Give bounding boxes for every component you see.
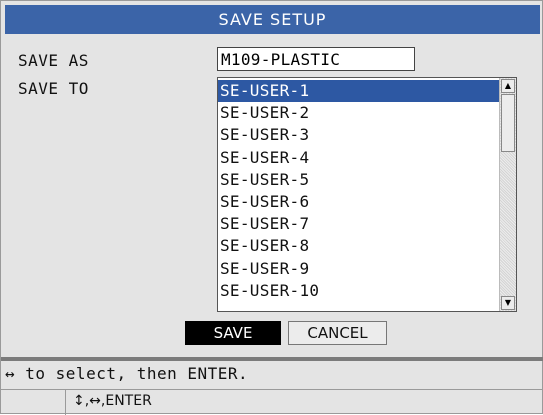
save-to-listbox[interactable]: SE-USER-1 SE-USER-2 SE-USER-3 SE-USER-4 SE-U…: [217, 77, 517, 312]
list-item[interactable]: SE-USER-10: [218, 280, 499, 302]
key-hint-cell: [1, 390, 66, 415]
list-item[interactable]: SE-USER-8: [218, 235, 499, 257]
save-button[interactable]: SAVE: [185, 321, 281, 345]
divider: [1, 357, 543, 361]
key-hint-bar: ↕,↔,ENTER: [1, 389, 543, 415]
save-as-label: SAVE AS: [18, 51, 89, 70]
scroll-up-arrow-icon[interactable]: ▲: [501, 79, 515, 93]
list-item[interactable]: SE-USER-3: [218, 124, 499, 146]
list-item[interactable]: SE-USER-6: [218, 191, 499, 213]
page-title: SAVE SETUP: [5, 5, 540, 34]
cancel-button[interactable]: CANCEL: [288, 321, 387, 345]
list-scrollbar[interactable]: ▲ ▼: [499, 78, 516, 311]
help-text: ↔ to select, then ENTER.: [5, 364, 249, 383]
list-item[interactable]: SE-USER-5: [218, 169, 499, 191]
scroll-thumb[interactable]: [501, 94, 515, 152]
save-to-list: SE-USER-1 SE-USER-2 SE-USER-3 SE-USER-4 SE-U…: [218, 80, 499, 302]
list-item[interactable]: SE-USER-1: [218, 80, 499, 103]
list-item[interactable]: SE-USER-9: [218, 258, 499, 280]
save-setup-screen: SAVE SETUP SAVE AS M109-PLASTIC SAVE TO …: [0, 0, 543, 415]
list-item[interactable]: SE-USER-2: [218, 102, 499, 124]
save-as-input[interactable]: M109-PLASTIC: [217, 47, 415, 71]
scroll-down-arrow-icon[interactable]: ▼: [501, 296, 515, 310]
list-item[interactable]: SE-USER-7: [218, 213, 499, 235]
save-to-label: SAVE TO: [18, 79, 89, 98]
key-hint-text: ↕,↔,ENTER: [73, 393, 152, 409]
list-item[interactable]: SE-USER-4: [218, 147, 499, 169]
